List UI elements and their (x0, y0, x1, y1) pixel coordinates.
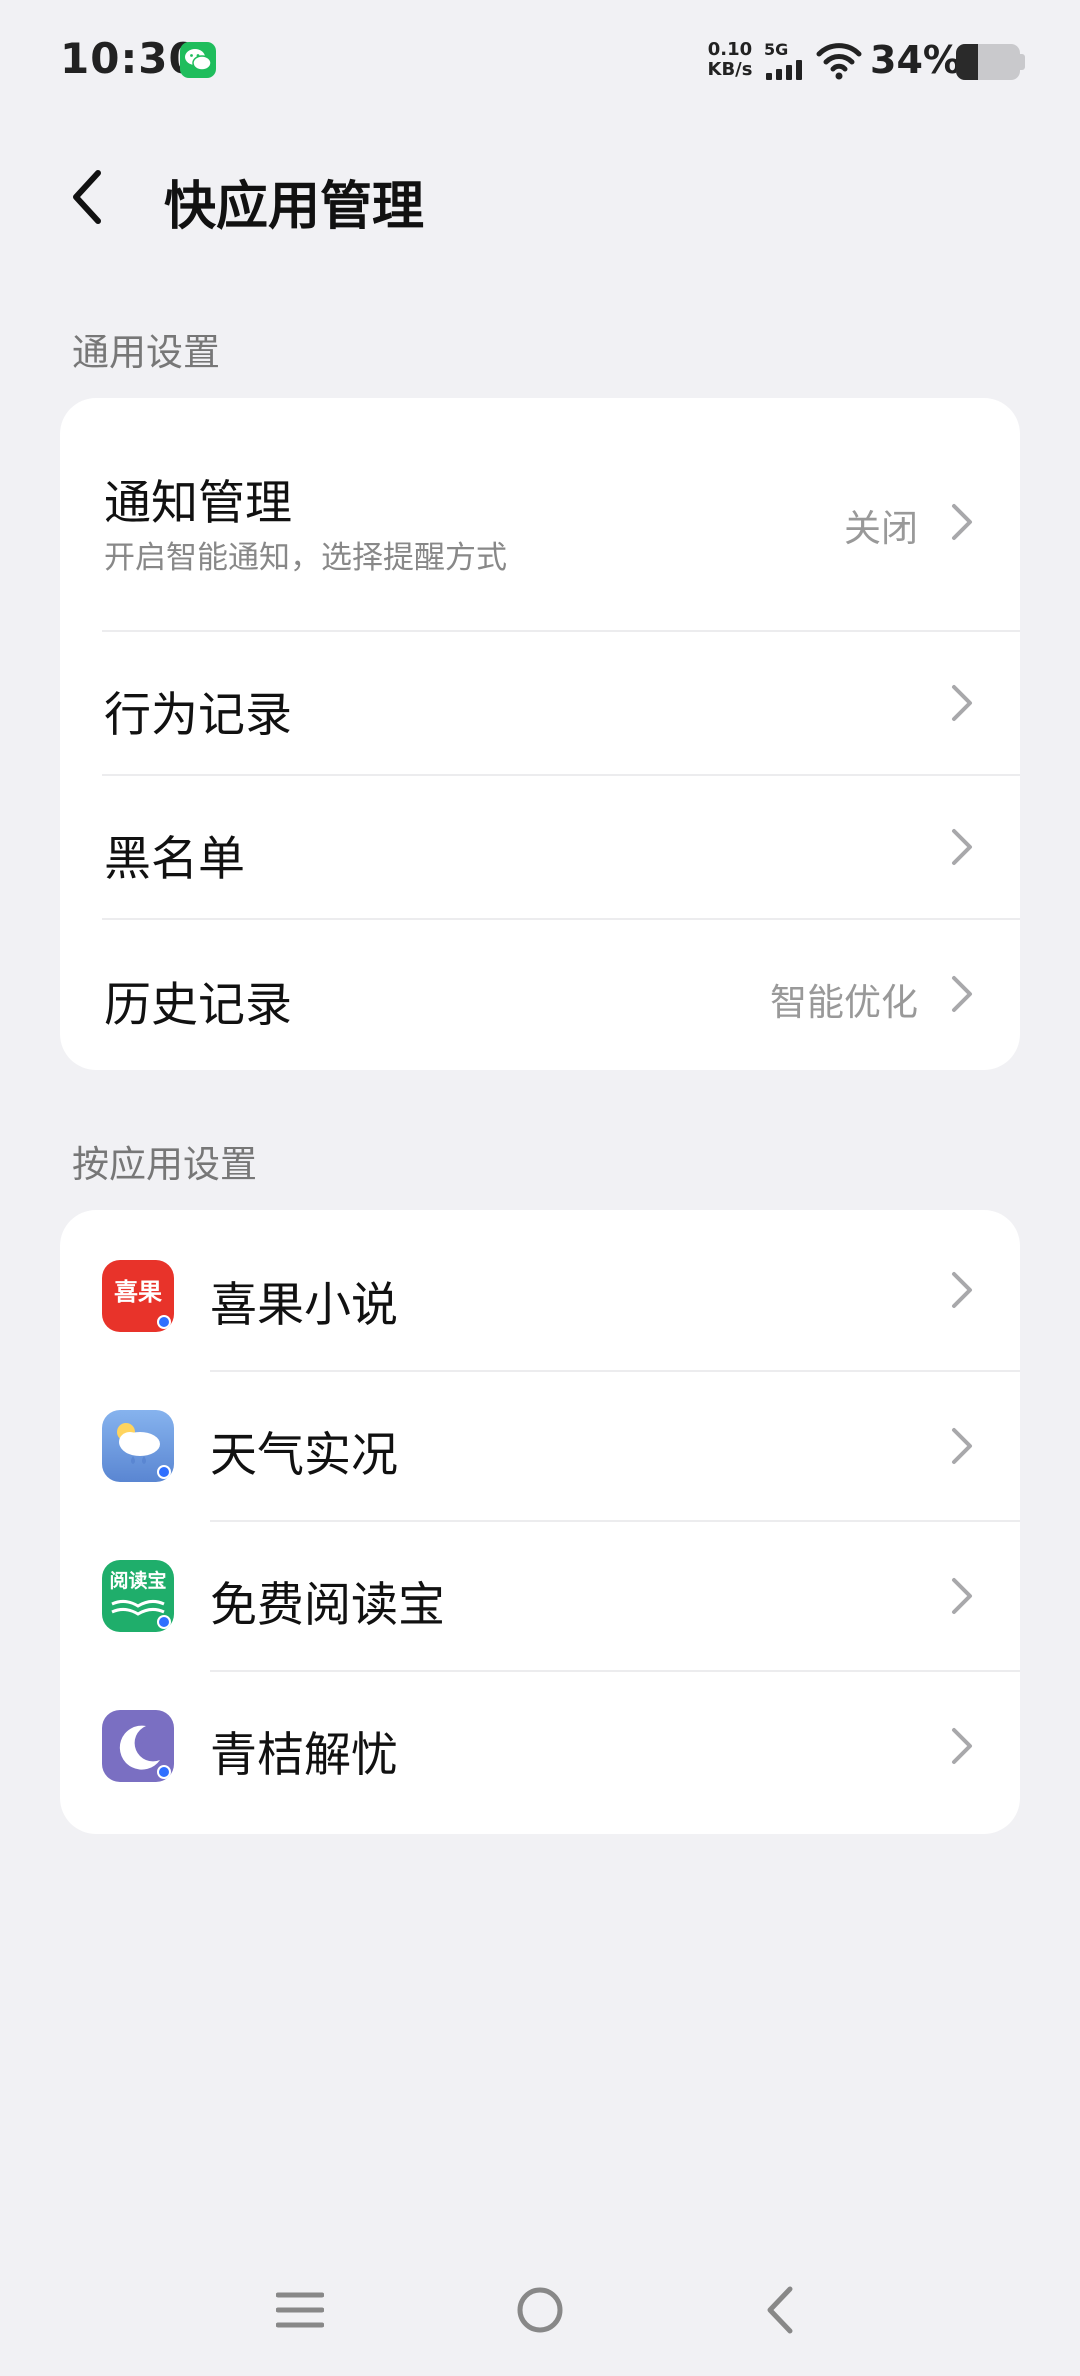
page-title: 快应用管理 (164, 177, 425, 237)
settings-row-blacklist[interactable]: 黑名单 (60, 776, 1020, 918)
chevron-right-icon (952, 504, 972, 540)
chevron-left-icon (73, 170, 101, 224)
moon-sleep-icon (102, 1710, 174, 1782)
app-name: 青桔解忧 (210, 1728, 398, 1783)
app-name: 天气实况 (210, 1428, 398, 1483)
settings-row-behavior[interactable]: 行为记录 (60, 632, 1020, 774)
chevron-right-icon (952, 829, 972, 865)
row-title: 历史记录 (104, 978, 292, 1033)
quick-app-badge (157, 1765, 171, 1779)
general-settings-card: 通知管理 开启智能通知，选择提醒方式 关闭 行为记录 黑名单 历史记录 智能优化 (60, 398, 1020, 1070)
apps-card: 喜果 喜果小说 天气实况 阅读宝 免费阅读宝 青桔解忧 (60, 1210, 1020, 1834)
app-row-weather[interactable]: 天气实况 (60, 1372, 1020, 1520)
network-speed-value: 0.10 (707, 39, 753, 60)
status-bar: 10:30 0.10 KB/s 5G 34% (0, 0, 1080, 120)
chevron-right-icon (952, 685, 972, 721)
row-title: 通知管理 (104, 476, 292, 531)
yuedubao-icon: 阅读宝 (102, 1560, 174, 1632)
nav-back-button[interactable] (740, 2260, 820, 2360)
screen: 10:30 0.10 KB/s 5G 34% 快应用管理 通用设置 通知管理 开… (0, 0, 1080, 2376)
battery-percent: 34% (870, 38, 961, 82)
network-speed: 0.10 KB/s (704, 40, 756, 80)
cell-signal-icon (766, 60, 802, 80)
network-speed-unit: KB/s (707, 59, 753, 80)
app-row-xiguo[interactable]: 喜果 喜果小说 (60, 1210, 1020, 1370)
row-title: 行为记录 (104, 688, 292, 743)
quick-app-badge (157, 1615, 171, 1629)
back-button[interactable] (56, 162, 116, 232)
app-icon-text: 喜果 (114, 1278, 162, 1306)
section-label-apps: 按应用设置 (72, 1143, 257, 1186)
xiguo-novel-icon: 喜果 (102, 1260, 174, 1332)
app-row-qingju[interactable]: 青桔解忧 (60, 1672, 1020, 1834)
app-name: 喜果小说 (210, 1278, 398, 1333)
home-circle-icon (517, 2287, 563, 2333)
navigation-bar (0, 2260, 1080, 2360)
battery-level-fill (956, 44, 978, 80)
battery-icon (956, 44, 1020, 80)
row-subtitle: 开启智能通知，选择提醒方式 (104, 540, 507, 576)
settings-row-notification[interactable]: 通知管理 开启智能通知，选择提醒方式 关闭 (60, 398, 1020, 630)
chevron-right-icon (952, 1728, 972, 1764)
status-time: 10:30 (60, 34, 199, 83)
section-label-general: 通用设置 (72, 331, 220, 374)
wifi-icon (816, 43, 862, 80)
network-type: 5G (764, 40, 789, 59)
row-value: 关闭 (844, 507, 918, 550)
row-title: 黑名单 (104, 832, 245, 887)
wechat-notification-icon (180, 42, 216, 78)
app-row-yuedubao[interactable]: 阅读宝 免费阅读宝 (60, 1522, 1020, 1670)
chevron-right-icon (952, 1272, 972, 1308)
app-name: 免费阅读宝 (210, 1578, 445, 1633)
battery-tip (1020, 54, 1025, 70)
chevron-right-icon (952, 1428, 972, 1464)
menu-icon (276, 2292, 324, 2328)
chevron-right-icon (952, 1578, 972, 1614)
quick-app-badge (157, 1315, 171, 1329)
back-triangle-icon (767, 2286, 793, 2334)
quick-app-badge (157, 1465, 171, 1479)
row-value: 智能优化 (770, 981, 918, 1024)
home-button[interactable] (500, 2260, 580, 2360)
weather-icon (102, 1410, 174, 1482)
recent-apps-button[interactable] (260, 2260, 340, 2360)
settings-row-history[interactable]: 历史记录 智能优化 (60, 920, 1020, 1070)
chevron-right-icon (952, 976, 972, 1012)
